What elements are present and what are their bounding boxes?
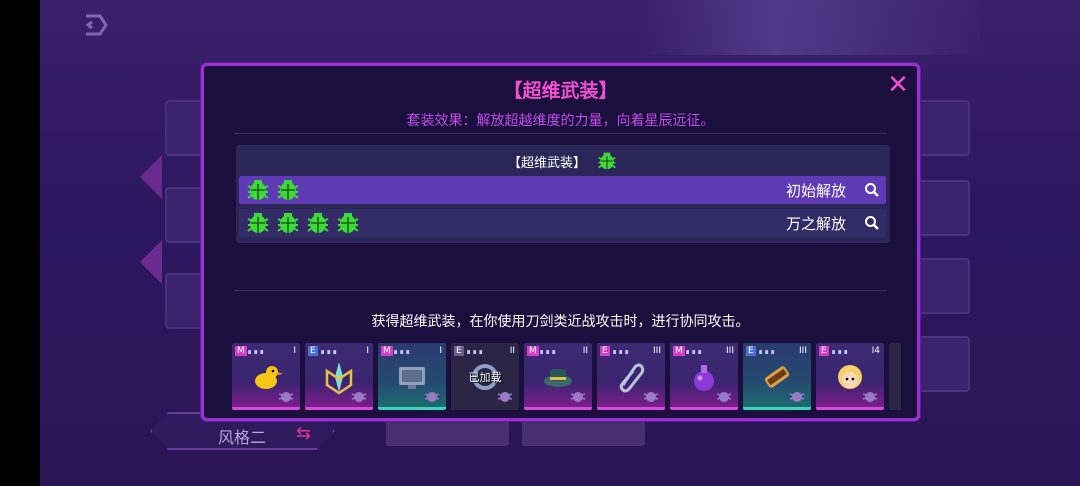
bug-emblem-icon [716,392,732,402]
card-badge: E [746,346,756,356]
set-bonus-panel: 【超维武装】 初始解放 万之解放 [236,145,890,243]
card-tier: II [509,346,515,356]
background-slot [918,336,970,392]
dialog-title: 【超维武装】 [503,80,618,102]
card-badge: E [819,346,829,356]
set-header-name: 【超维武装】 [507,155,586,171]
bug-emblem-icon [570,392,586,402]
card-badge: E [454,346,464,356]
bug-emblem-icon [351,392,367,402]
card-badge: M [673,346,685,356]
card-dots: ∎∎∎ [539,347,558,356]
green-bug-icon [277,213,299,233]
card-dots: ∎∎∎ [758,347,777,356]
bug-emblem-icon [862,392,878,402]
card-dots: ∎∎∎ [685,347,704,356]
card-tier: I4 [871,346,880,356]
card-dots: ∎∎∎ [831,347,850,356]
set-header: 【超维武装】 [236,149,890,173]
tier-row-full[interactable]: 万之解放 [239,209,886,237]
tier-label: 万之解放 [785,214,846,233]
green-bug-icon [337,213,359,233]
green-bug-icon [247,180,269,200]
card-dots: ∎∎∎ [247,347,266,356]
card-badge: M [381,346,393,356]
card-badge: M [235,346,247,356]
green-bug-icon [247,213,269,233]
card-dots: ∎∎∎ [466,347,485,356]
tier-label: 初始解放 [785,181,846,200]
back-arrow-icon[interactable] [78,14,110,36]
bug-emblem-icon [424,392,440,402]
green-bug-icon [277,180,299,200]
left-black-bar [0,0,40,486]
card-tier: II [582,346,588,356]
card-badge: E [600,346,610,356]
card-dots: ∎∎∎ [393,347,412,356]
close-button[interactable]: ✕ [885,72,911,98]
tier-icons [245,211,361,235]
set-item-cards: M ∎∎∎ I E ∎∎∎ I M ∎∎∎ I E ∎∎∎ II 已加载 M ∎∎∎ II E ∎∎∎ III M ∎∎… [232,343,902,410]
background-artwork [640,0,980,55]
style-label: 风格二 [218,428,267,447]
equipped-label: 已加载 [468,371,502,384]
background-slot [918,100,970,156]
card-badge: E [308,346,318,356]
set-effect-text: 套装效果：解放超越维度的力量，向着星辰远征。 [406,113,715,129]
background-arrow [140,155,162,199]
card-dots: ∎∎∎ [612,347,631,356]
set-item-card[interactable]: E ∎∎∎ III [743,343,811,410]
bug-emblem-icon [278,392,294,402]
magnifier-icon[interactable] [864,215,880,231]
divider [234,290,887,291]
card-tier: III [653,346,661,356]
card-tier: I [293,346,296,356]
bug-emblem-icon [497,392,513,402]
set-item-card[interactable]: E ∎∎∎ I [305,343,373,410]
green-bug-icon [307,213,329,233]
tier-row-initial[interactable]: 初始解放 [239,176,886,204]
set-item-card[interactable]: M ∎∎∎ II [524,343,592,410]
set-item-card[interactable]: M ∎∎∎ I [232,343,300,410]
card-tier: III [799,346,807,356]
set-description: 获得超维武装，在你使用刀剑类近战攻击时，进行协同攻击。 [371,314,750,330]
magnifier-icon[interactable] [864,182,880,198]
card-badge: M [527,346,539,356]
set-item-card[interactable] [889,343,901,410]
set-item-card[interactable]: E ∎∎∎ I4 [816,343,884,410]
swap-icon: ⇆ [296,423,312,444]
background-arrow [140,240,162,284]
divider [234,133,887,134]
green-bug-icon [598,152,616,170]
background-slot [918,180,970,236]
set-info-dialog: 【超维武装】 ✕ 套装效果：解放超越维度的力量，向着星辰远征。 【超维武装】 初… [201,63,920,421]
set-item-card[interactable]: M ∎∎∎ III [670,343,738,410]
tier-icons [245,178,301,202]
card-tier: I [366,346,369,356]
set-item-card[interactable]: E ∎∎∎ II 已加载 [451,343,519,410]
card-tier: I [439,346,442,356]
bug-emblem-icon [789,392,805,402]
card-tier: III [726,346,734,356]
card-dots: ∎∎∎ [320,347,339,356]
set-item-card[interactable]: M ∎∎∎ I [378,343,446,410]
background-slot [918,258,970,314]
bug-emblem-icon [643,392,659,402]
set-item-card[interactable]: E ∎∎∎ III [597,343,665,410]
